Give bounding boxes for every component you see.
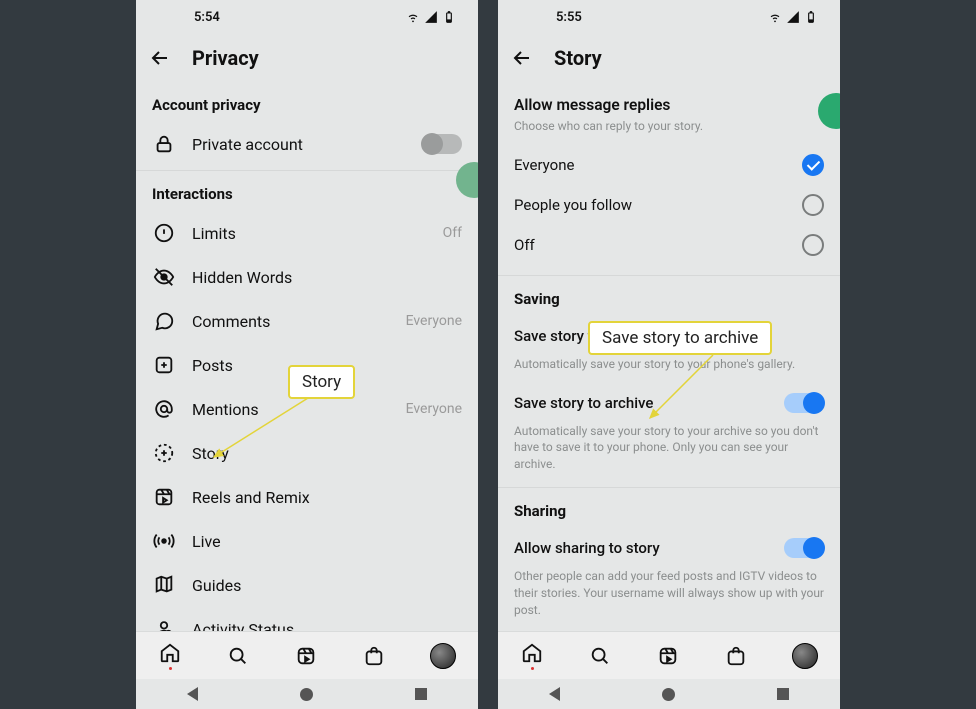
option-off[interactable]: Off — [498, 225, 840, 265]
status-bar: 5:54 — [136, 0, 478, 34]
comments-label: Comments — [192, 312, 390, 331]
guides-label: Guides — [192, 576, 462, 595]
row-allow-sharing[interactable]: Allow sharing to story — [498, 528, 840, 568]
row-hidden-words[interactable]: Hidden Words — [136, 255, 478, 299]
allow-replies-title: Allow message replies — [498, 82, 840, 118]
limits-label: Limits — [192, 224, 427, 243]
story-label: Story — [192, 444, 462, 463]
row-save-archive[interactable]: Save story to archive — [498, 383, 840, 423]
nav-home[interactable] — [158, 641, 182, 665]
nav-search[interactable] — [588, 644, 612, 668]
signal-icon — [424, 10, 438, 24]
story-icon — [152, 441, 176, 465]
bottom-nav — [136, 631, 478, 679]
sysnav-home[interactable] — [300, 688, 313, 701]
live-icon — [152, 529, 176, 553]
nav-home[interactable] — [520, 641, 544, 665]
page-title: Story — [554, 46, 602, 70]
page-title: Privacy — [192, 46, 259, 70]
screen-header: Story — [498, 34, 840, 82]
section-interactions: Interactions — [136, 171, 478, 211]
row-private-account[interactable]: Private account — [136, 122, 478, 166]
limits-value: Off — [443, 225, 462, 241]
row-story[interactable]: Story — [136, 431, 478, 475]
row-live[interactable]: Live — [136, 519, 478, 563]
allow-sharing-title: Allow sharing to story — [514, 539, 660, 557]
back-button[interactable] — [510, 46, 534, 70]
row-limits[interactable]: Limits Off — [136, 211, 478, 255]
hidden-words-label: Hidden Words — [192, 268, 462, 287]
sysnav-home[interactable] — [662, 688, 675, 701]
wifi-icon — [406, 10, 420, 24]
nav-reels[interactable] — [656, 644, 680, 668]
screen-header: Privacy — [136, 34, 478, 82]
battery-icon — [442, 10, 456, 24]
status-right-icons — [406, 10, 456, 24]
mentions-value: Everyone — [406, 401, 462, 417]
limits-icon — [152, 221, 176, 245]
sysnav-recent[interactable] — [415, 688, 427, 700]
allow-sharing-toggle[interactable] — [784, 538, 824, 558]
system-nav — [498, 679, 840, 709]
status-bar: 5:55 — [498, 0, 840, 34]
system-nav — [136, 679, 478, 709]
mentions-icon — [152, 397, 176, 421]
option-people-you-follow[interactable]: People you follow — [498, 185, 840, 225]
row-guides[interactable]: Guides — [136, 563, 478, 607]
option-follow-label: People you follow — [514, 196, 632, 214]
nav-profile-avatar[interactable] — [430, 643, 456, 669]
allow-sharing-sub: Other people can add your feed posts and… — [498, 568, 840, 628]
row-reels[interactable]: Reels and Remix — [136, 475, 478, 519]
live-label: Live — [192, 532, 462, 551]
signal-icon — [786, 10, 800, 24]
row-comments[interactable]: Comments Everyone — [136, 299, 478, 343]
phone-story-screen: 5:55 Story Allow message replies Choose … — [498, 0, 840, 709]
private-account-toggle[interactable] — [422, 134, 462, 154]
home-notification-dot — [531, 667, 534, 670]
status-time: 5:54 — [194, 10, 220, 25]
back-button[interactable] — [148, 46, 172, 70]
nav-reels[interactable] — [294, 644, 318, 668]
section-saving: Saving — [498, 276, 840, 316]
callout-story: Story — [288, 365, 355, 399]
section-sharing: Sharing — [498, 488, 840, 528]
option-everyone[interactable]: Everyone — [498, 145, 840, 185]
save-archive-toggle[interactable] — [784, 393, 824, 413]
sysnav-back[interactable] — [187, 687, 198, 701]
guides-icon — [152, 573, 176, 597]
callout-save-archive: Save story to archive — [588, 321, 772, 355]
bottom-nav — [498, 631, 840, 679]
radio-unselected[interactable] — [802, 194, 824, 216]
save-gallery-sub: Automatically save your story to your ph… — [498, 356, 840, 383]
sysnav-back[interactable] — [549, 687, 560, 701]
lock-icon — [152, 132, 176, 156]
reels-label: Reels and Remix — [192, 488, 462, 507]
nav-search[interactable] — [226, 644, 250, 668]
status-time: 5:55 — [556, 10, 582, 25]
comments-value: Everyone — [406, 313, 462, 329]
mentions-label: Mentions — [192, 400, 390, 419]
comments-icon — [152, 309, 176, 333]
option-off-label: Off — [514, 236, 535, 254]
phone-privacy-screen: 5:54 Privacy Account privacy Private acc… — [136, 0, 478, 709]
nav-shop[interactable] — [362, 644, 386, 668]
save-archive-sub: Automatically save your story to your ar… — [498, 423, 840, 483]
hidden-words-icon — [152, 265, 176, 289]
private-account-label: Private account — [192, 135, 406, 154]
option-everyone-label: Everyone — [514, 156, 574, 174]
battery-icon — [804, 10, 818, 24]
status-right-icons — [768, 10, 818, 24]
nav-shop[interactable] — [724, 644, 748, 668]
wifi-icon — [768, 10, 782, 24]
sysnav-recent[interactable] — [777, 688, 789, 700]
reels-icon — [152, 485, 176, 509]
posts-icon — [152, 353, 176, 377]
home-notification-dot — [169, 667, 172, 670]
save-archive-title: Save story to archive — [514, 394, 653, 412]
allow-replies-sub: Choose who can reply to your story. — [498, 118, 840, 145]
nav-profile-avatar[interactable] — [792, 643, 818, 669]
section-account-privacy: Account privacy — [136, 82, 478, 122]
radio-selected[interactable] — [802, 154, 824, 176]
radio-unselected[interactable] — [802, 234, 824, 256]
